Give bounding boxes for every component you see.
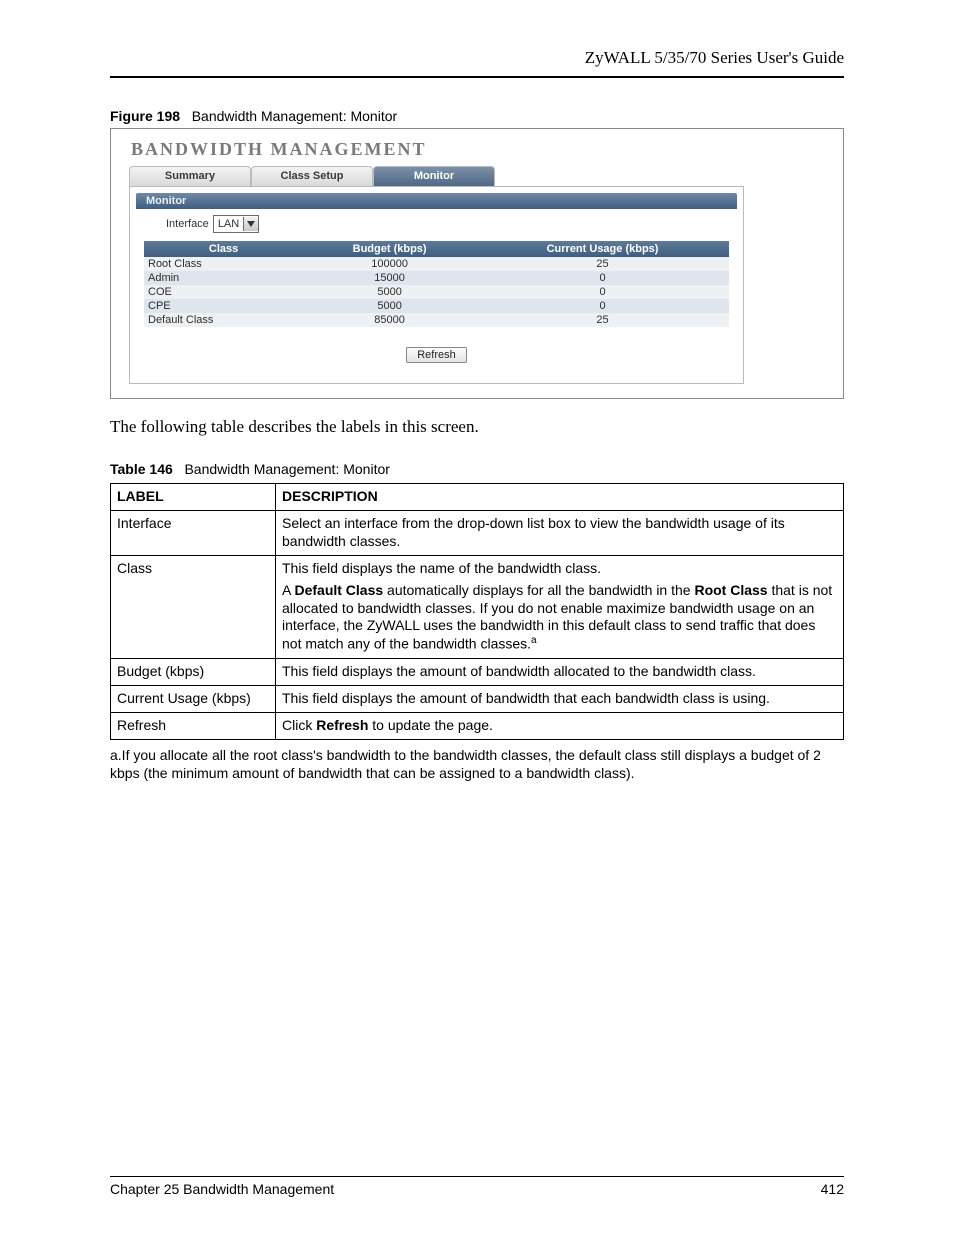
table-row: Current Usage (kbps) This field displays…: [111, 685, 844, 712]
chevron-down-icon: [243, 217, 258, 231]
cell-budget: 100000: [303, 257, 476, 271]
table-row: Refresh Click Refresh to update the page…: [111, 712, 844, 739]
table-row: Root Class 100000 25: [144, 257, 729, 271]
screenshot-panel: BANDWIDTH MANAGEMENT Summary Class Setup…: [110, 128, 844, 399]
label-cell: Interface: [111, 510, 276, 555]
header-rule: [110, 76, 844, 78]
tab-bar: Summary Class Setup Monitor: [129, 166, 744, 186]
cell-usage: 0: [476, 271, 729, 285]
table-row: Admin 15000 0: [144, 271, 729, 285]
cell-usage: 25: [476, 313, 729, 327]
screenshot-title: BANDWIDTH MANAGEMENT: [131, 139, 843, 160]
cell-class: CPE: [144, 299, 303, 313]
table-title: Bandwidth Management: Monitor: [184, 461, 389, 477]
intro-paragraph: The following table describes the labels…: [110, 417, 844, 437]
col-budget: Budget (kbps): [303, 241, 476, 257]
label-cell: Class: [111, 555, 276, 658]
tab-summary[interactable]: Summary: [129, 166, 251, 186]
table-label: Table 146: [110, 461, 173, 477]
tab-class-setup[interactable]: Class Setup: [251, 166, 373, 186]
label-cell: Refresh: [111, 712, 276, 739]
desc-cell: Click Refresh to update the page.: [276, 712, 844, 739]
cell-budget: 5000: [303, 285, 476, 299]
table-row: Class This field displays the name of th…: [111, 555, 844, 658]
class-p2: A Default Class automatically displays f…: [282, 582, 837, 654]
table-caption: Table 146 Bandwidth Management: Monitor: [110, 461, 844, 477]
cell-class: Root Class: [144, 257, 303, 271]
table-row: Budget (kbps) This field displays the am…: [111, 658, 844, 685]
cell-class: COE: [144, 285, 303, 299]
desc-cell: This field displays the amount of bandwi…: [276, 658, 844, 685]
cell-class: Admin: [144, 271, 303, 285]
col-usage: Current Usage (kbps): [476, 241, 729, 257]
table-row: COE 5000 0: [144, 285, 729, 299]
th-description: DESCRIPTION: [276, 484, 844, 511]
figure-title: Bandwidth Management: Monitor: [192, 108, 397, 124]
tab-body: Monitor Interface LAN Class Budget: [129, 186, 744, 384]
figure-label: Figure 198: [110, 108, 180, 124]
refresh-button[interactable]: Refresh: [406, 347, 467, 363]
figure-caption: Figure 198 Bandwidth Management: Monitor: [110, 108, 844, 124]
tab-monitor[interactable]: Monitor: [373, 166, 495, 186]
label-cell: Budget (kbps): [111, 658, 276, 685]
cell-usage: 0: [476, 299, 729, 313]
table-row: Default Class 85000 25: [144, 313, 729, 327]
interface-select[interactable]: LAN: [213, 215, 259, 233]
cell-usage: 0: [476, 285, 729, 299]
running-header: ZyWALL 5/35/70 Series User's Guide: [110, 48, 844, 76]
table-row: Interface Select an interface from the d…: [111, 510, 844, 555]
cell-budget: 15000: [303, 271, 476, 285]
bandwidth-table: Class Budget (kbps) Current Usage (kbps)…: [144, 241, 729, 327]
th-label: LABEL: [111, 484, 276, 511]
cell-usage: 25: [476, 257, 729, 271]
footer-chapter: Chapter 25 Bandwidth Management: [110, 1181, 334, 1197]
desc-cell: This field displays the name of the band…: [276, 555, 844, 658]
interface-value: LAN: [218, 218, 239, 230]
footnote-ref: a: [531, 635, 537, 646]
cell-class: Default Class: [144, 313, 303, 327]
table-row: CPE 5000 0: [144, 299, 729, 313]
interface-label: Interface: [166, 218, 209, 230]
section-bar-monitor: Monitor: [136, 193, 737, 209]
footer-rule: [110, 1176, 844, 1177]
desc-cell: This field displays the amount of bandwi…: [276, 685, 844, 712]
col-class: Class: [144, 241, 303, 257]
cell-budget: 85000: [303, 313, 476, 327]
class-p1: This field displays the name of the band…: [282, 560, 837, 578]
table-footnote: a.If you allocate all the root class's b…: [110, 746, 844, 782]
desc-cell: Select an interface from the drop-down l…: [276, 510, 844, 555]
footer-page-number: 412: [821, 1181, 844, 1197]
description-table: LABEL DESCRIPTION Interface Select an in…: [110, 483, 844, 740]
label-cell: Current Usage (kbps): [111, 685, 276, 712]
cell-budget: 5000: [303, 299, 476, 313]
